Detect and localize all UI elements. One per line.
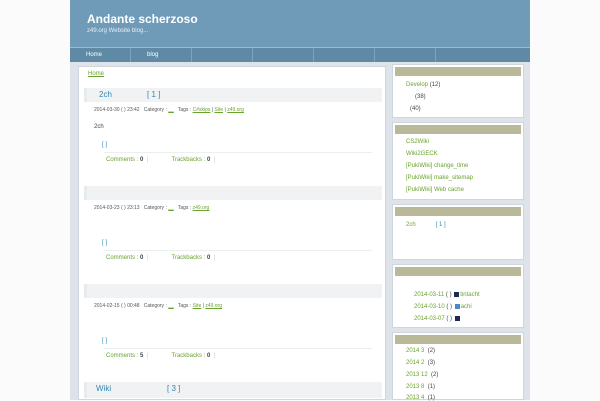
widget-recent-entries: CS2Wiki Wiki2GECK [PukiWiki] change_time… <box>392 122 524 200</box>
commenter-avatar-icon <box>454 292 460 297</box>
comments-link[interactable]: Comments : <box>106 157 138 163</box>
commenter-avatar-icon <box>454 316 460 321</box>
tags-label: Tags : <box>177 107 192 113</box>
widget-archives: 2014 3 (2) 2014 2 (3) 2013 12 (2) 2013 8… <box>392 332 524 401</box>
tag-link[interactable]: Site <box>214 107 223 113</box>
category-label: Category : <box>143 107 167 113</box>
site-header: Andante scherzoso z49.org Website blog..… <box>70 0 530 48</box>
comments-count: 5 <box>140 353 144 359</box>
comments-count: 0 <box>140 157 144 163</box>
nav-empty-1 <box>192 48 253 62</box>
main-content: Home 2ch [ 1 ] 2014-03-30 ( ) 23:42 Cate… <box>78 66 386 400</box>
recent-entry-link[interactable]: [PukiWiki] make_sitemap <box>406 175 473 181</box>
comment-item[interactable]: 2014-03-07 ( ) <box>414 316 461 322</box>
post-datetime: 2014-03-23 ( ) 23:13 <box>94 205 140 211</box>
comments-count: 0 <box>140 255 144 261</box>
breadcrumb-home[interactable]: Home <box>88 71 104 77</box>
widget-header <box>395 67 521 76</box>
widget-header <box>395 267 521 276</box>
tag-link[interactable]: z49.org <box>227 107 244 113</box>
category-item[interactable]: (40) <box>410 106 421 112</box>
tag-link[interactable]: Site <box>193 303 202 309</box>
recent-entry-link[interactable]: [PukiWiki] Web cache <box>406 187 464 193</box>
post-title[interactable]: Wiki <box>96 384 111 393</box>
tag-link[interactable]: z49.org <box>205 303 222 309</box>
post-more-link[interactable]: [ ] <box>102 338 107 344</box>
post-count: [ 1 ] <box>147 90 161 99</box>
post-footer: Comments : 0 | Trackbacks : 0 | <box>106 157 216 163</box>
tag-link[interactable]: C#skips <box>193 107 211 113</box>
post-title-bar <box>84 186 382 200</box>
post-datetime: 2014-03-30 ( ) 23:42 <box>94 107 140 113</box>
widget-header <box>395 335 521 344</box>
category-item[interactable]: (38) <box>415 94 426 100</box>
nav-empty-3 <box>314 48 375 62</box>
post-datetime: 2014-02-15 ( ) 00:48 <box>94 303 140 309</box>
nav-empty-4 <box>375 48 436 62</box>
main-nav: Home blog <box>70 48 530 62</box>
post-title-bar: 2ch [ 1 ] <box>84 88 382 102</box>
recent-entry-link[interactable]: CS2Wiki <box>406 139 429 145</box>
post-more-link[interactable]: [ ] <box>102 240 107 246</box>
post-more-link[interactable]: [ ] <box>102 142 107 148</box>
widget-recent-comments: 2014-03-11 ( ) tintacht 2014-03-10 ( ) a… <box>392 264 524 328</box>
commenter-avatar-icon <box>454 304 460 309</box>
category-link[interactable]: __ <box>168 205 174 211</box>
archive-link[interactable]: 2014 3 (2) <box>406 348 435 354</box>
widget-categories: Develop (12) (38) (40) <box>392 64 524 118</box>
trackbacks-link[interactable]: Trackbacks : <box>172 353 206 359</box>
site-title[interactable]: Andante scherzoso <box>87 12 198 26</box>
comment-item[interactable]: 2014-03-10 ( ) achi <box>414 304 472 310</box>
popular-entry-link[interactable]: 2ch [ 1 ] <box>406 222 446 228</box>
site-description: z49.org Website blog... <box>87 28 149 34</box>
post-body: 2ch <box>94 124 104 130</box>
divider <box>104 152 372 153</box>
trackbacks-link[interactable]: Trackbacks : <box>172 255 206 261</box>
category-label: Category : <box>143 303 167 309</box>
post-meta: 2014-02-15 ( ) 00:48 Category : __ Tags … <box>94 303 222 309</box>
trackbacks-link[interactable]: Trackbacks : <box>172 157 206 163</box>
post-title-bar <box>84 284 382 298</box>
nav-home[interactable]: Home <box>70 48 131 62</box>
post-meta: 2014-03-30 ( ) 23:42 Category : __ Tags … <box>94 107 244 113</box>
comments-link[interactable]: Comments : <box>106 353 138 359</box>
category-item[interactable]: Develop (12) <box>406 82 440 88</box>
nav-empty-2 <box>253 48 314 62</box>
divider <box>104 348 372 349</box>
tags-label: Tags : <box>177 303 192 309</box>
page-wrapper: Andante scherzoso z49.org Website blog..… <box>70 0 530 401</box>
sidebar: Develop (12) (38) (40) CS2Wiki Wiki2GECK… <box>392 62 524 401</box>
widget-header <box>395 125 521 134</box>
post-footer: Comments : 0 | Trackbacks : 0 | <box>106 255 216 261</box>
widget-popular: 2ch [ 1 ] <box>392 204 524 260</box>
recent-entry-link[interactable]: Wiki2GECK <box>406 151 438 157</box>
tags-label: Tags : <box>177 205 192 211</box>
category-link[interactable]: __ <box>168 303 174 309</box>
category-label: Category : <box>143 205 167 211</box>
trackbacks-count: 0 <box>206 353 211 359</box>
category-link[interactable]: __ <box>168 107 174 113</box>
archive-link[interactable]: 2013 4 (1) <box>406 395 435 401</box>
nav-blog[interactable]: blog <box>131 48 192 62</box>
trackbacks-count: 0 <box>206 157 211 163</box>
comment-item[interactable]: 2014-03-11 ( ) tintacht <box>414 292 480 298</box>
post-title-bar: Wiki [ 3 ] <box>84 382 382 398</box>
recent-entry-link[interactable]: [PukiWiki] change_time <box>406 163 468 169</box>
comments-link[interactable]: Comments : <box>106 255 138 261</box>
post-footer: Comments : 5 | Trackbacks : 0 | <box>106 353 216 359</box>
widget-header <box>395 207 521 216</box>
post-count: [ 3 ] <box>167 384 181 393</box>
archive-link[interactable]: 2014 2 (3) <box>406 360 435 366</box>
archive-link[interactable]: 2013 12 (2) <box>406 372 438 378</box>
archive-link[interactable]: 2013 8 (1) <box>406 384 435 390</box>
divider <box>104 250 372 251</box>
post-meta: 2014-03-23 ( ) 23:13 Category : __ Tags … <box>94 205 209 211</box>
post-title[interactable]: 2ch <box>99 90 112 99</box>
tag-link[interactable]: z49.org <box>193 205 210 211</box>
trackbacks-count: 0 <box>206 255 211 261</box>
